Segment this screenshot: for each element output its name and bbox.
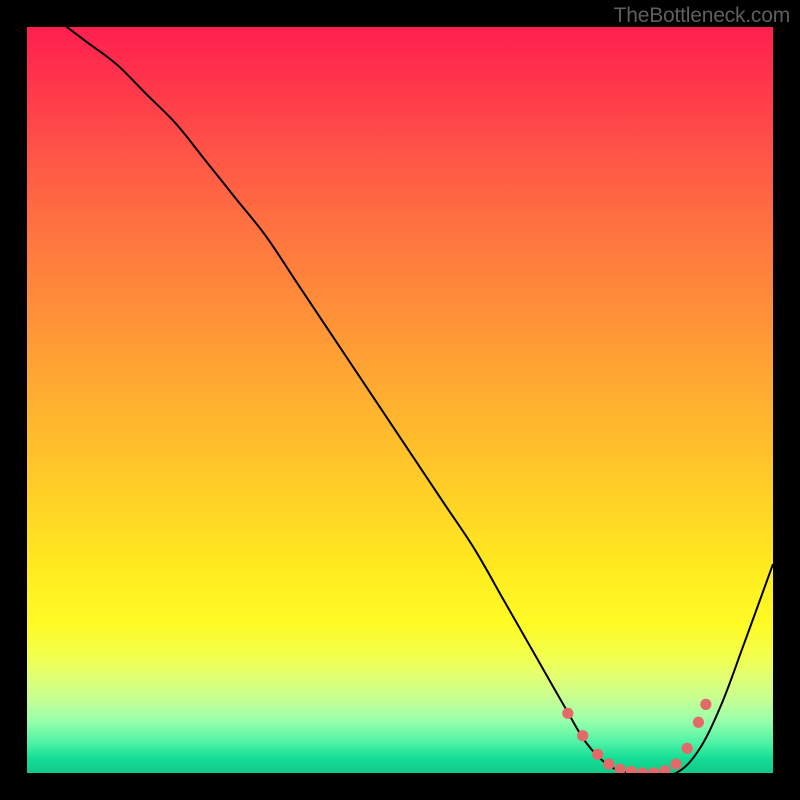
curve-layer — [27, 27, 773, 773]
chart-frame: TheBottleneck.com — [0, 0, 800, 800]
highlight-marker — [682, 743, 693, 754]
highlight-marker — [562, 708, 573, 719]
highlight-marker — [626, 766, 637, 773]
highlight-marker — [659, 765, 670, 773]
highlight-marker — [693, 717, 704, 728]
highlight-marker — [648, 767, 659, 773]
highlight-marker — [577, 730, 588, 741]
highlight-marker — [637, 767, 648, 773]
bottleneck-curve — [27, 27, 773, 773]
watermark-label: TheBottleneck.com — [614, 4, 790, 28]
highlight-marker — [670, 758, 681, 769]
highlight-marker — [603, 758, 614, 769]
highlight-marker — [700, 699, 711, 710]
plot-area — [27, 27, 773, 773]
highlight-marker — [592, 749, 603, 760]
highlight-marker — [614, 764, 625, 773]
